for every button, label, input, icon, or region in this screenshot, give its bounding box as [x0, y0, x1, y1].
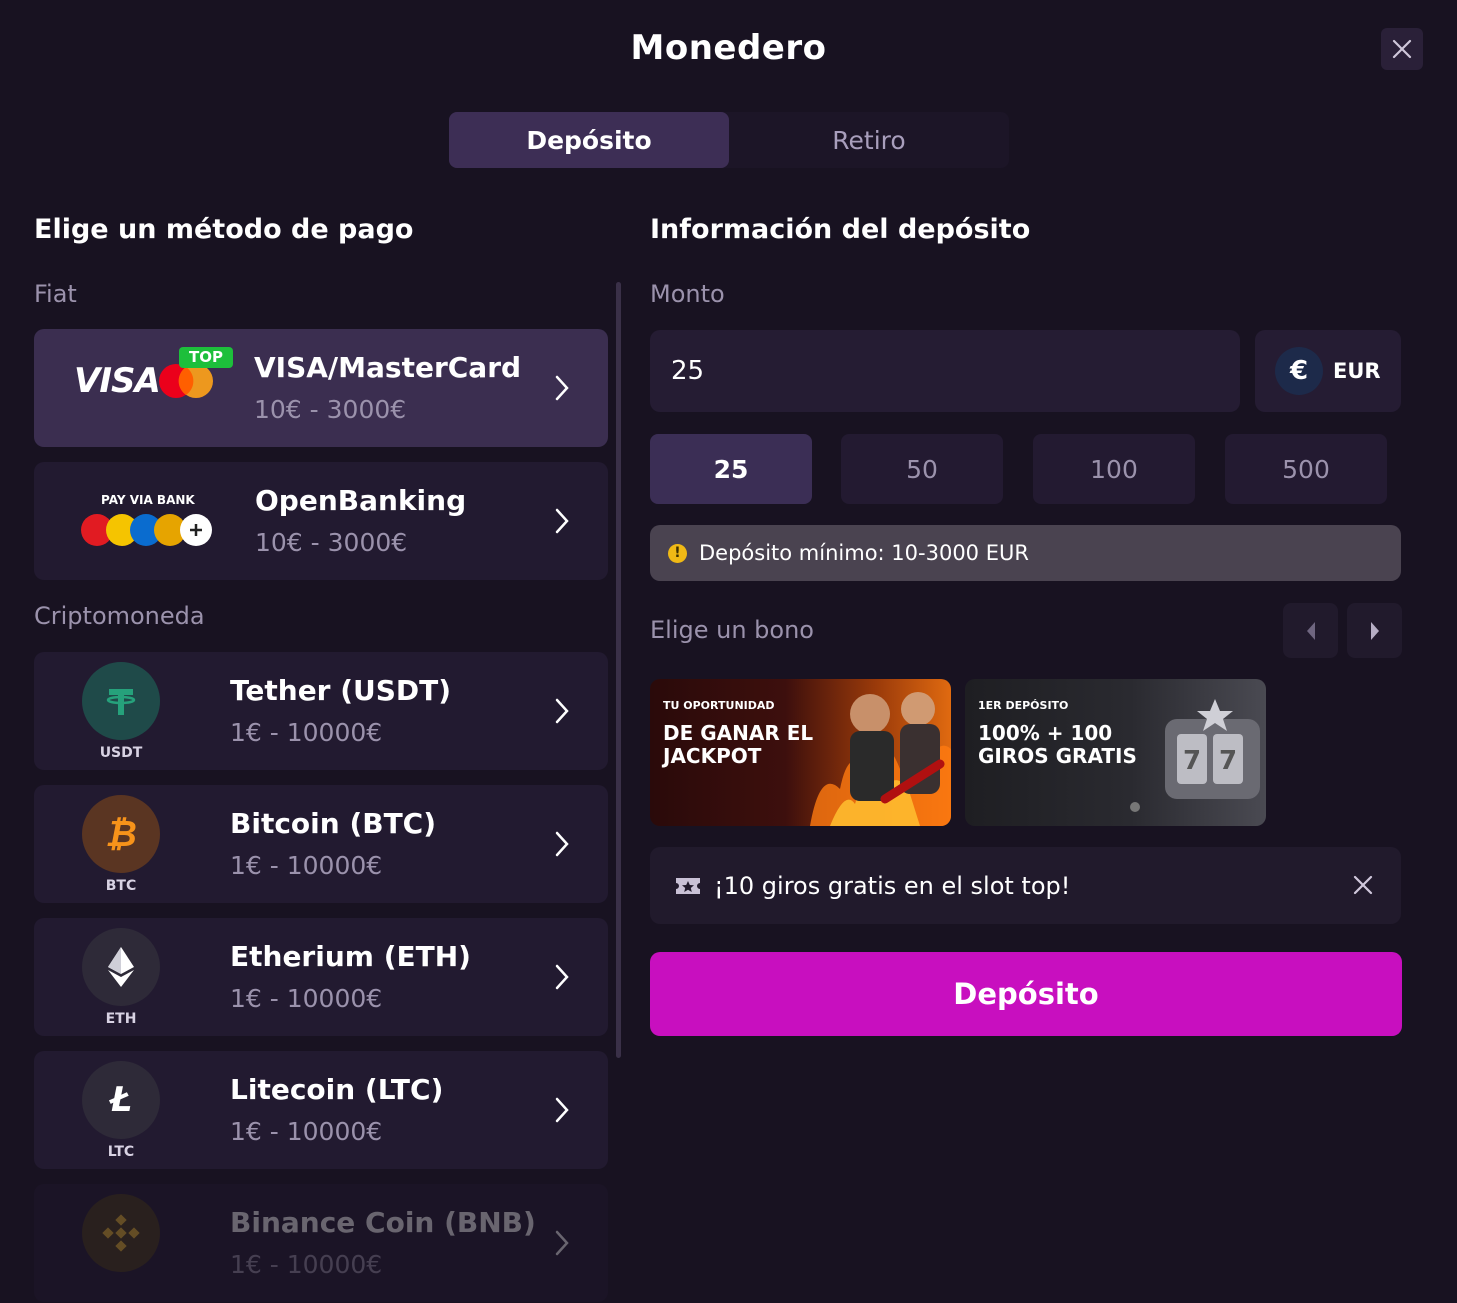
method-range: 1€ - 10000€: [230, 851, 383, 880]
pay-via-bank-text: PAY VIA BANK: [101, 493, 195, 507]
deposit-submit-button[interactable]: Depósito: [650, 952, 1402, 1036]
method-eth[interactable]: ETH Etherium (ETH) 1€ - 10000€: [34, 918, 608, 1036]
top-badge: TOP: [179, 347, 233, 368]
promo-text: ¡10 giros gratis en el slot top!: [714, 871, 1071, 900]
tab-deposit[interactable]: Depósito: [449, 112, 729, 168]
modal-title: Monedero: [630, 28, 827, 68]
litecoin-icon: Ł: [82, 1061, 160, 1139]
payment-method-heading: Elige un método de pago: [34, 214, 414, 245]
chevron-right-icon: [555, 964, 569, 990]
bonus-card-first-deposit[interactable]: 7 7 1ER DEPÓSITO 100% + 100 GIROS GRATIS: [965, 679, 1266, 826]
bonus-small-text: TU OPORTUNIDAD: [663, 699, 775, 712]
preset-amount-25[interactable]: 25: [650, 434, 812, 504]
coin-ticker: ETH: [105, 1011, 137, 1027]
method-name: Tether (USDT): [230, 674, 452, 707]
method-btc[interactable]: ₿ BTC Bitcoin (BTC) 1€ - 10000€: [34, 785, 608, 903]
caret-left-icon: [1306, 621, 1315, 640]
preset-amount-500[interactable]: 500: [1225, 434, 1387, 504]
wallet-tabs: Depósito Retiro: [449, 112, 1009, 168]
preset-amount-100[interactable]: 100: [1033, 434, 1195, 504]
chevron-right-icon: [555, 1097, 569, 1123]
bonus-small-text: 1ER DEPÓSITO: [978, 699, 1069, 712]
method-name: Binance Coin (BNB): [230, 1206, 536, 1239]
mastercard-icon: [159, 364, 213, 398]
chevron-right-icon: [555, 1230, 569, 1256]
deposit-info-heading: Información del depósito: [650, 214, 1031, 245]
caret-right-icon: [1370, 621, 1379, 640]
coin-ticker: BTC: [105, 878, 137, 894]
chevron-right-icon: [555, 375, 569, 401]
close-promo-icon[interactable]: [1353, 875, 1373, 895]
ethereum-icon: [82, 928, 160, 1006]
amount-label: Monto: [650, 280, 725, 308]
methods-scrollbar[interactable]: [616, 282, 621, 1058]
bonus-card-jackpot[interactable]: TU OPORTUNIDAD DE GANAR EL JACKPOT: [650, 679, 951, 826]
method-range: 1€ - 10000€: [230, 718, 383, 747]
method-usdt[interactable]: USDT Tether (USDT) 1€ - 10000€: [34, 652, 608, 770]
chevron-right-icon: [555, 698, 569, 724]
method-name: Bitcoin (BTC): [230, 807, 437, 840]
close-button[interactable]: [1381, 28, 1423, 70]
bitcoin-icon: ₿: [82, 795, 160, 873]
close-icon: [1392, 39, 1412, 59]
visa-logo: VISA: [74, 361, 161, 401]
chevron-right-icon: [555, 508, 569, 534]
chevron-right-icon: [555, 831, 569, 857]
currency-select[interactable]: € EUR: [1255, 330, 1401, 412]
method-name: VISA/MasterCard: [254, 351, 522, 384]
bonus-prev-button[interactable]: [1283, 603, 1338, 658]
min-deposit-notice: ! Depósito mínimo: 10-3000 EUR: [650, 525, 1401, 581]
warning-icon: !: [668, 543, 687, 563]
method-name: Etherium (ETH): [230, 940, 471, 973]
method-range: 1€ - 10000€: [230, 984, 383, 1013]
notice-text: Depósito mínimo: 10-3000 EUR: [699, 541, 1029, 565]
method-range: 1€ - 10000€: [230, 1250, 383, 1279]
crypto-label: Criptomoneda: [34, 602, 205, 630]
tether-icon: [82, 662, 160, 740]
method-name: OpenBanking: [255, 484, 467, 517]
fiat-label: Fiat: [34, 280, 77, 308]
bonus-big-text: DE GANAR EL JACKPOT: [663, 721, 814, 768]
tab-withdraw[interactable]: Retiro: [729, 112, 1009, 168]
method-range: 10€ - 3000€: [254, 395, 407, 424]
svg-text:7: 7: [1219, 746, 1237, 776]
currency-code: EUR: [1333, 359, 1381, 383]
preset-amount-50[interactable]: 50: [841, 434, 1003, 504]
method-bnb[interactable]: Binance Coin (BNB) 1€ - 10000€: [34, 1184, 608, 1302]
bank-logos-icon: [81, 514, 212, 546]
binance-icon: [82, 1194, 160, 1272]
method-range: 1€ - 10000€: [230, 1117, 383, 1146]
euro-icon: €: [1275, 347, 1323, 395]
method-name: Litecoin (LTC): [230, 1073, 444, 1106]
coin-ticker: LTC: [107, 1144, 135, 1160]
method-range: 10€ - 3000€: [255, 528, 408, 557]
amount-input[interactable]: [650, 330, 1240, 412]
ticket-icon: [676, 877, 700, 894]
bonus-next-button[interactable]: [1347, 603, 1402, 658]
svg-text:7: 7: [1183, 746, 1201, 776]
promo-banner: ¡10 giros gratis en el slot top!: [650, 847, 1401, 924]
method-visa-mastercard[interactable]: VISA TOP VISA/MasterCard 10€ - 3000€: [34, 329, 608, 447]
bonus-label: Elige un bono: [650, 616, 814, 644]
method-ltc[interactable]: Ł LTC Litecoin (LTC) 1€ - 10000€: [34, 1051, 608, 1169]
coin-ticker: USDT: [99, 745, 143, 761]
method-openbanking[interactable]: PAY VIA BANK OpenBanking 10€ - 3000€: [34, 462, 608, 580]
bonus-big-text: 100% + 100 GIROS GRATIS: [978, 721, 1137, 768]
